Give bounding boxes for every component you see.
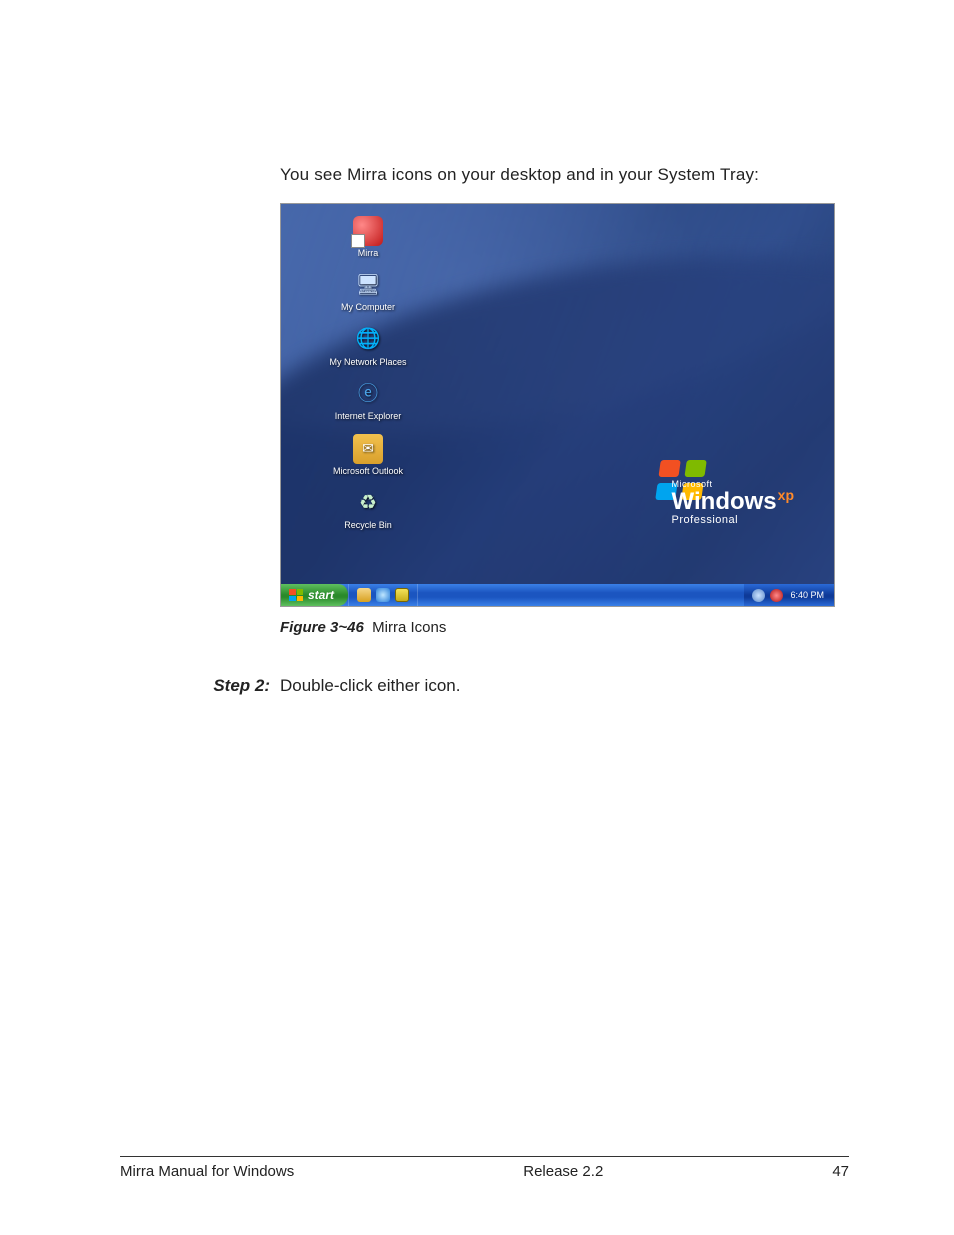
step-text: Double-click either icon.: [280, 676, 460, 696]
branding-product: Windowsxp: [672, 489, 794, 514]
desktop-icon-outlook[interactable]: ✉ Microsoft Outlook: [329, 434, 407, 476]
page-footer: Mirra Manual for Windows Release 2.2 47: [120, 1156, 849, 1180]
taskbar-clock: 6:40 PM: [788, 590, 826, 600]
quicklaunch-mail-icon[interactable]: [357, 588, 371, 602]
windows-flag-icon: [289, 589, 303, 601]
desktop-icon-label: Recycle Bin: [344, 521, 392, 530]
start-button-label: start: [308, 588, 334, 602]
system-tray: 6:40 PM: [744, 584, 834, 606]
desktop-icon-label: Mirra: [358, 249, 379, 258]
footer-right: 47: [832, 1163, 849, 1180]
desktop-icon-label: My Computer: [341, 303, 395, 312]
recycle-icon: ♻: [353, 488, 383, 518]
figure-caption: Figure 3~46 Mirra Icons: [280, 619, 835, 636]
ie-icon: ⓔ: [353, 379, 383, 409]
desktop-icon-label: My Network Places: [329, 358, 406, 367]
tray-vol-icon[interactable]: [752, 589, 765, 602]
desktop-icon-ie[interactable]: ⓔ Internet Explorer: [329, 379, 407, 421]
footer-center: Release 2.2: [523, 1163, 603, 1180]
desktop-icon-computer[interactable]: 🖥 My Computer: [329, 270, 407, 312]
mirra-icon: [353, 216, 383, 246]
quick-launch-bar: [348, 584, 418, 606]
quicklaunch-ie-icon[interactable]: [376, 588, 390, 602]
desktop-icon-label: Microsoft Outlook: [333, 467, 403, 476]
windows-desktop-screenshot: Mirra 🖥 My Computer 🌐 My Network Places ⓔ Inte…: [280, 203, 835, 607]
branding-edition: Professional: [672, 514, 794, 526]
figure-caption-text: Mirra Icons: [372, 619, 446, 636]
intro-text: You see Mirra icons on your desktop and …: [280, 165, 834, 185]
desktop-icon-network[interactable]: 🌐 My Network Places: [329, 325, 407, 367]
screenshot-figure: Mirra 🖥 My Computer 🌐 My Network Places ⓔ Inte…: [280, 203, 835, 636]
network-icon: 🌐: [353, 325, 383, 355]
step-row: Step 2: Double-click either icon.: [120, 676, 834, 696]
desktop-icon-recycle[interactable]: ♻ Recycle Bin: [329, 488, 407, 530]
step-label: Step 2:: [120, 676, 280, 696]
taskbar: start 6:40 PM: [281, 584, 834, 606]
computer-icon: 🖥: [353, 270, 383, 300]
desktop-icons-column: Mirra 🖥 My Computer 🌐 My Network Places ⓔ Inte…: [329, 216, 407, 531]
windows-branding: Microsoft Windowsxp Professional: [672, 479, 794, 526]
outlook-icon: ✉: [353, 434, 383, 464]
figure-number: Figure 3~46: [280, 619, 364, 636]
desktop-icon-mirra[interactable]: Mirra: [329, 216, 407, 258]
quicklaunch-mirra-icon[interactable]: [395, 588, 409, 602]
footer-left: Mirra Manual for Windows: [120, 1163, 294, 1180]
desktop-icon-label: Internet Explorer: [335, 412, 402, 421]
tray-mirra-icon[interactable]: [770, 589, 783, 602]
start-button[interactable]: start: [281, 584, 348, 606]
